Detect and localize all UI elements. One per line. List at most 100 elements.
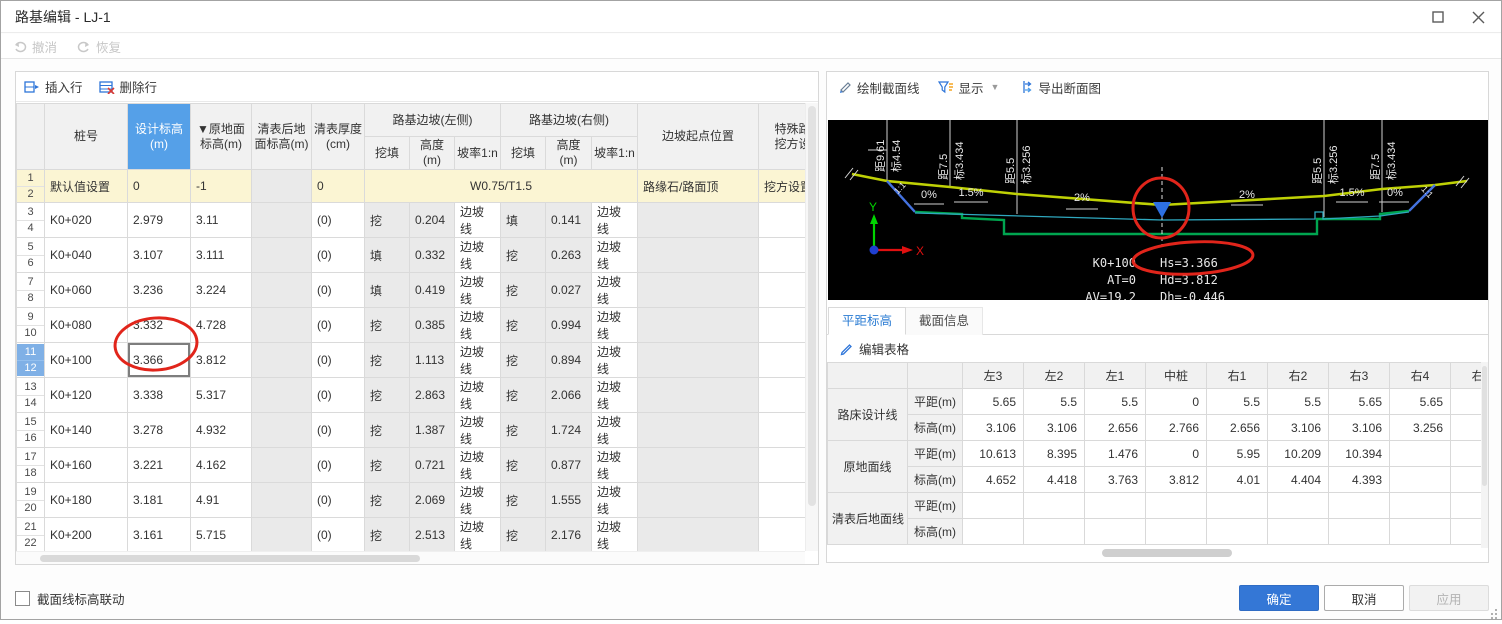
header-ground-elevation[interactable]: ▼原地面标高(m) bbox=[190, 103, 252, 170]
elevation-table-scrollbar[interactable] bbox=[1481, 362, 1488, 548]
slope-ratio-cell[interactable]: 边坡线 bbox=[591, 202, 639, 238]
design-elevation-cell[interactable]: 3.332 bbox=[127, 307, 191, 343]
value-cell[interactable]: 5.5 bbox=[1206, 388, 1268, 415]
value-cell[interactable] bbox=[1267, 518, 1329, 545]
special-roadbed-cell[interactable] bbox=[758, 517, 806, 551]
value-cell[interactable]: 4.393 bbox=[1328, 466, 1390, 493]
slope-ratio-cell[interactable]: 边坡线 bbox=[453, 272, 502, 308]
slope-ratio-cell[interactable]: 边坡线 bbox=[453, 412, 502, 448]
default-slope-cell[interactable]: W0.75/T1.5 bbox=[363, 169, 639, 203]
row-number-cell[interactable]: 9 10 bbox=[16, 307, 45, 343]
cancel-button[interactable]: 取消 bbox=[1324, 585, 1404, 611]
station-cell[interactable]: K0+160 bbox=[44, 447, 128, 483]
slope-ratio-cell[interactable]: 边坡线 bbox=[591, 237, 639, 273]
tab-plan-elevation[interactable]: 平距标高 bbox=[828, 307, 907, 335]
value-cell[interactable]: 0 bbox=[1145, 440, 1207, 467]
slope-ratio-cell[interactable]: 边坡线 bbox=[453, 377, 502, 413]
section-horizontal-scrollbar[interactable] bbox=[1102, 549, 1232, 557]
value-cell[interactable]: 10.209 bbox=[1267, 440, 1329, 467]
maximize-icon[interactable] bbox=[1425, 4, 1451, 30]
slope-ratio-cell[interactable]: 边坡线 bbox=[591, 307, 639, 343]
draw-section-line-button[interactable]: 绘制截面线 bbox=[837, 78, 920, 97]
redo-button[interactable]: 恢复 bbox=[77, 37, 121, 56]
value-cell[interactable]: 3.106 bbox=[962, 414, 1024, 441]
value-cell[interactable]: 1.476 bbox=[1084, 440, 1146, 467]
design-elevation-cell[interactable]: 3.338 bbox=[127, 377, 191, 413]
special-roadbed-cell[interactable] bbox=[758, 237, 806, 273]
value-cell[interactable] bbox=[1023, 518, 1085, 545]
special-roadbed-cell[interactable] bbox=[758, 412, 806, 448]
value-cell[interactable]: 5.65 bbox=[962, 388, 1024, 415]
clearing-thickness-cell[interactable]: (0) bbox=[311, 517, 365, 551]
design-elevation-cell[interactable]: 3.221 bbox=[127, 447, 191, 483]
row-number-cell[interactable]: 21 22 bbox=[16, 517, 45, 551]
tab-section-info[interactable]: 截面信息 bbox=[906, 307, 984, 335]
special-roadbed-cell[interactable] bbox=[758, 482, 806, 518]
station-cell[interactable]: K0+200 bbox=[44, 517, 128, 551]
design-elevation-cell[interactable]: 3.366 bbox=[127, 342, 191, 378]
row-number-cell[interactable]: 13 14 bbox=[16, 377, 45, 413]
row-number-cell[interactable]: 19 20 bbox=[16, 482, 45, 518]
design-elevation-cell[interactable]: 3.278 bbox=[127, 412, 191, 448]
slope-ratio-cell[interactable]: 边坡线 bbox=[591, 272, 639, 308]
value-cell[interactable] bbox=[1328, 492, 1390, 519]
default-station-cell[interactable]: 默认值设置 bbox=[44, 169, 128, 203]
slope-ratio-cell[interactable]: 边坡线 bbox=[591, 412, 639, 448]
ground-elevation-cell[interactable]: 4.91 bbox=[190, 482, 252, 518]
value-cell[interactable] bbox=[1450, 388, 1483, 415]
ground-elevation-cell[interactable]: 3.224 bbox=[190, 272, 252, 308]
value-cell[interactable]: 8.395 bbox=[1023, 440, 1085, 467]
cross-section-canvas[interactable]: 距9.61 标4.54 距7.5 标3.434 距5.5 标3.256 距5.5… bbox=[828, 120, 1488, 304]
value-cell[interactable]: 3.256 bbox=[1389, 414, 1451, 441]
row-number-cell[interactable]: 56 bbox=[16, 237, 45, 273]
ok-button[interactable]: 确定 bbox=[1239, 585, 1319, 611]
value-cell[interactable] bbox=[1389, 492, 1451, 519]
value-cell[interactable] bbox=[1084, 492, 1146, 519]
display-button[interactable]: 显示 ▼ bbox=[937, 78, 999, 97]
value-cell[interactable] bbox=[962, 518, 1024, 545]
value-cell[interactable] bbox=[1450, 440, 1483, 467]
value-cell[interactable] bbox=[1084, 518, 1146, 545]
value-cell[interactable]: 3.763 bbox=[1084, 466, 1146, 493]
section-elevation-link-checkbox[interactable] bbox=[15, 591, 30, 606]
ground-elevation-cell[interactable]: 5.715 bbox=[190, 517, 252, 551]
value-cell[interactable] bbox=[1389, 518, 1451, 545]
value-cell[interactable]: 4.01 bbox=[1206, 466, 1268, 493]
ground-elevation-cell[interactable]: 3.812 bbox=[190, 342, 252, 378]
value-cell[interactable]: 4.404 bbox=[1267, 466, 1329, 493]
special-roadbed-cell[interactable] bbox=[758, 307, 806, 343]
special-roadbed-cell[interactable] bbox=[758, 447, 806, 483]
default-thickness-cell[interactable]: 0 bbox=[311, 169, 365, 203]
default-design-cell[interactable]: 0 bbox=[127, 169, 191, 203]
station-cell[interactable]: K0+120 bbox=[44, 377, 128, 413]
row-number-cell[interactable]: 17 18 bbox=[16, 447, 45, 483]
special-roadbed-cell[interactable] bbox=[758, 272, 806, 308]
slope-ratio-cell[interactable]: 边坡线 bbox=[453, 237, 502, 273]
clearing-thickness-cell[interactable]: (0) bbox=[311, 447, 365, 483]
value-cell[interactable] bbox=[1389, 466, 1451, 493]
value-cell[interactable]: 4.652 bbox=[962, 466, 1024, 493]
row-number-cell[interactable]: 78 bbox=[16, 272, 45, 308]
value-cell[interactable]: 2.766 bbox=[1145, 414, 1207, 441]
special-roadbed-cell[interactable] bbox=[758, 377, 806, 413]
ground-elevation-cell[interactable]: 4.932 bbox=[190, 412, 252, 448]
value-cell[interactable] bbox=[1206, 492, 1268, 519]
table-horizontal-scrollbar[interactable] bbox=[16, 551, 805, 564]
design-elevation-cell[interactable]: 3.236 bbox=[127, 272, 191, 308]
slope-ratio-cell[interactable]: 边坡线 bbox=[453, 482, 502, 518]
value-cell[interactable]: 0 bbox=[1145, 388, 1207, 415]
slope-ratio-cell[interactable]: 边坡线 bbox=[453, 307, 502, 343]
value-cell[interactable] bbox=[1389, 440, 1451, 467]
edit-table-button[interactable]: 编辑表格 bbox=[827, 335, 1488, 362]
slope-ratio-cell[interactable]: 边坡线 bbox=[453, 202, 502, 238]
clearing-thickness-cell[interactable]: (0) bbox=[311, 202, 365, 238]
table-vertical-scrollbar[interactable] bbox=[805, 103, 818, 551]
value-cell[interactable] bbox=[1450, 466, 1483, 493]
delete-row-button[interactable]: 删除行 bbox=[98, 77, 157, 96]
value-cell[interactable] bbox=[962, 492, 1024, 519]
value-cell[interactable]: 3.106 bbox=[1267, 414, 1329, 441]
station-cell[interactable]: K0+040 bbox=[44, 237, 128, 273]
export-section-button[interactable]: 导出断面图 bbox=[1017, 78, 1101, 97]
special-roadbed-cell[interactable] bbox=[758, 342, 806, 378]
design-elevation-cell[interactable]: 3.161 bbox=[127, 517, 191, 551]
